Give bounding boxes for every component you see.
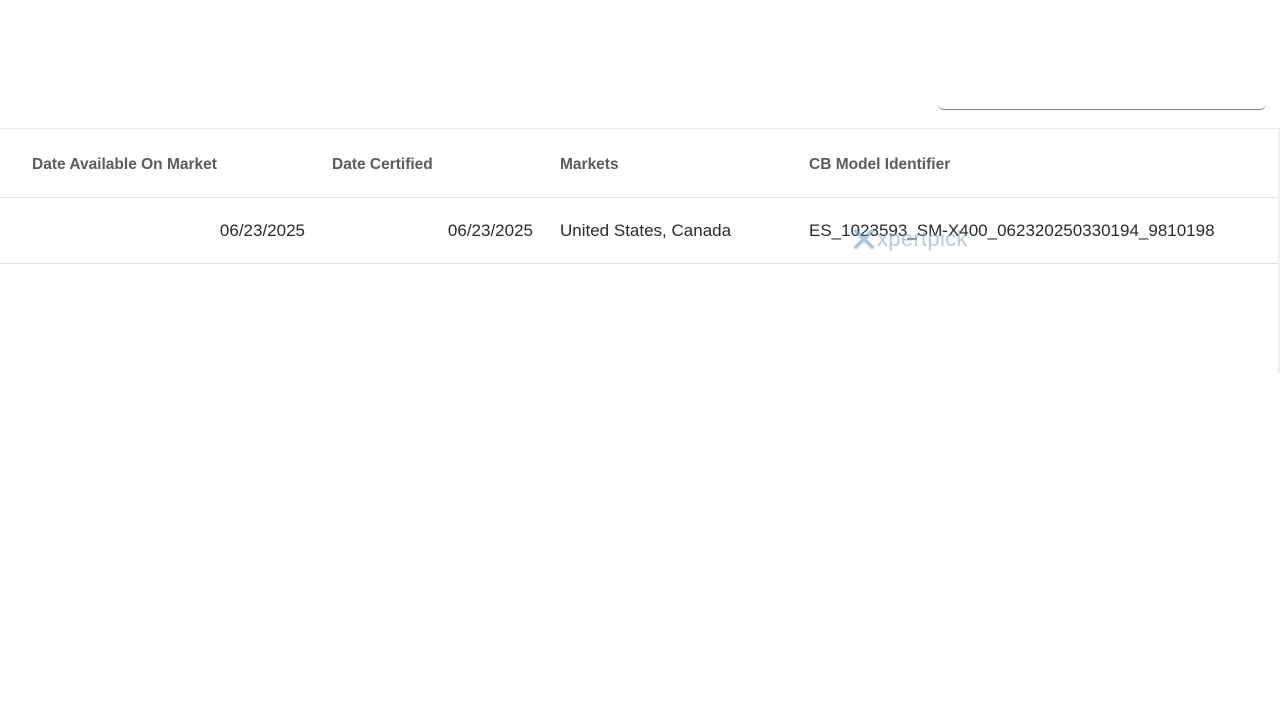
header-cb-model-identifier[interactable]: CB Model Identifier	[809, 129, 950, 199]
header-markets[interactable]: Markets	[560, 129, 619, 199]
cell-cb-model-identifier: ES_1023593_SM-X400_062320250330194_98101…	[809, 221, 1215, 240]
header-date-certified[interactable]: Date Certified	[332, 129, 433, 199]
certification-table: Date Available On Market Date Certified …	[0, 128, 1280, 264]
cell-date-available: 06/23/2025	[219, 221, 305, 240]
cell-date-certified: 06/23/2025	[447, 221, 533, 240]
table-header-row: Date Available On Market Date Certified …	[0, 128, 1280, 198]
table-row: 06/23/2025 06/23/2025 United States, Can…	[0, 198, 1280, 264]
header-date-available[interactable]: Date Available On Market	[32, 129, 217, 199]
page: Date Available On Market Date Certified …	[0, 0, 1280, 720]
search-input[interactable]	[938, 104, 1266, 110]
cell-markets: United States, Canada	[560, 221, 732, 240]
